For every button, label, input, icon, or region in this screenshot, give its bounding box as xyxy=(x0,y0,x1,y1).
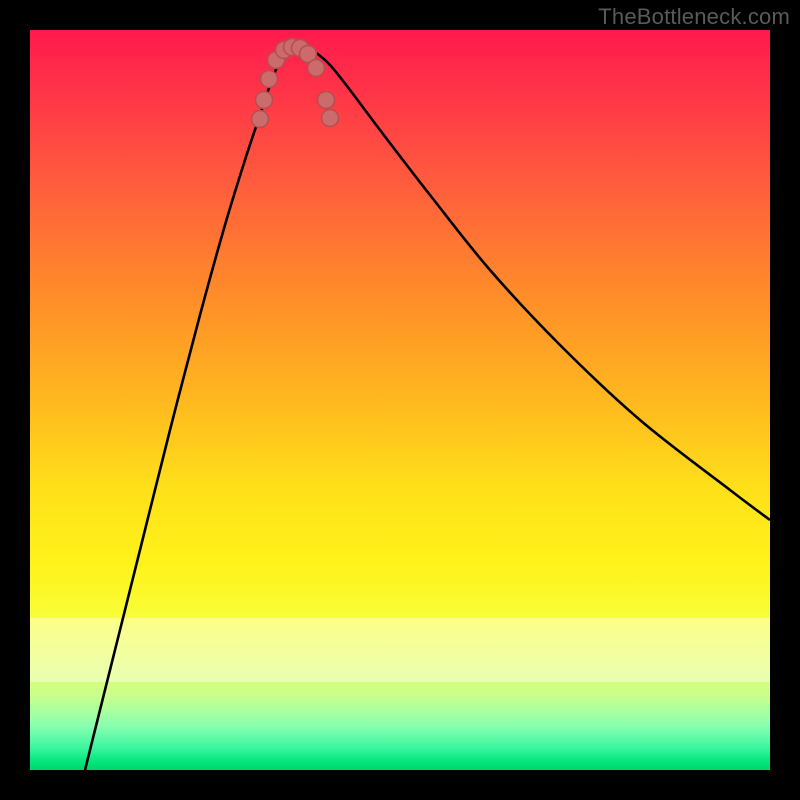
marker-point xyxy=(322,110,339,127)
chart-frame: TheBottleneck.com xyxy=(0,0,800,800)
bottleneck-curve xyxy=(85,45,770,770)
watermark-text: TheBottleneck.com xyxy=(598,4,790,30)
marker-point xyxy=(261,71,278,88)
plot-area xyxy=(30,30,770,770)
marker-group xyxy=(252,39,339,128)
marker-point xyxy=(308,60,325,77)
marker-point xyxy=(252,111,269,128)
curve-layer xyxy=(30,30,770,770)
marker-point xyxy=(318,92,335,109)
marker-point xyxy=(256,92,273,109)
